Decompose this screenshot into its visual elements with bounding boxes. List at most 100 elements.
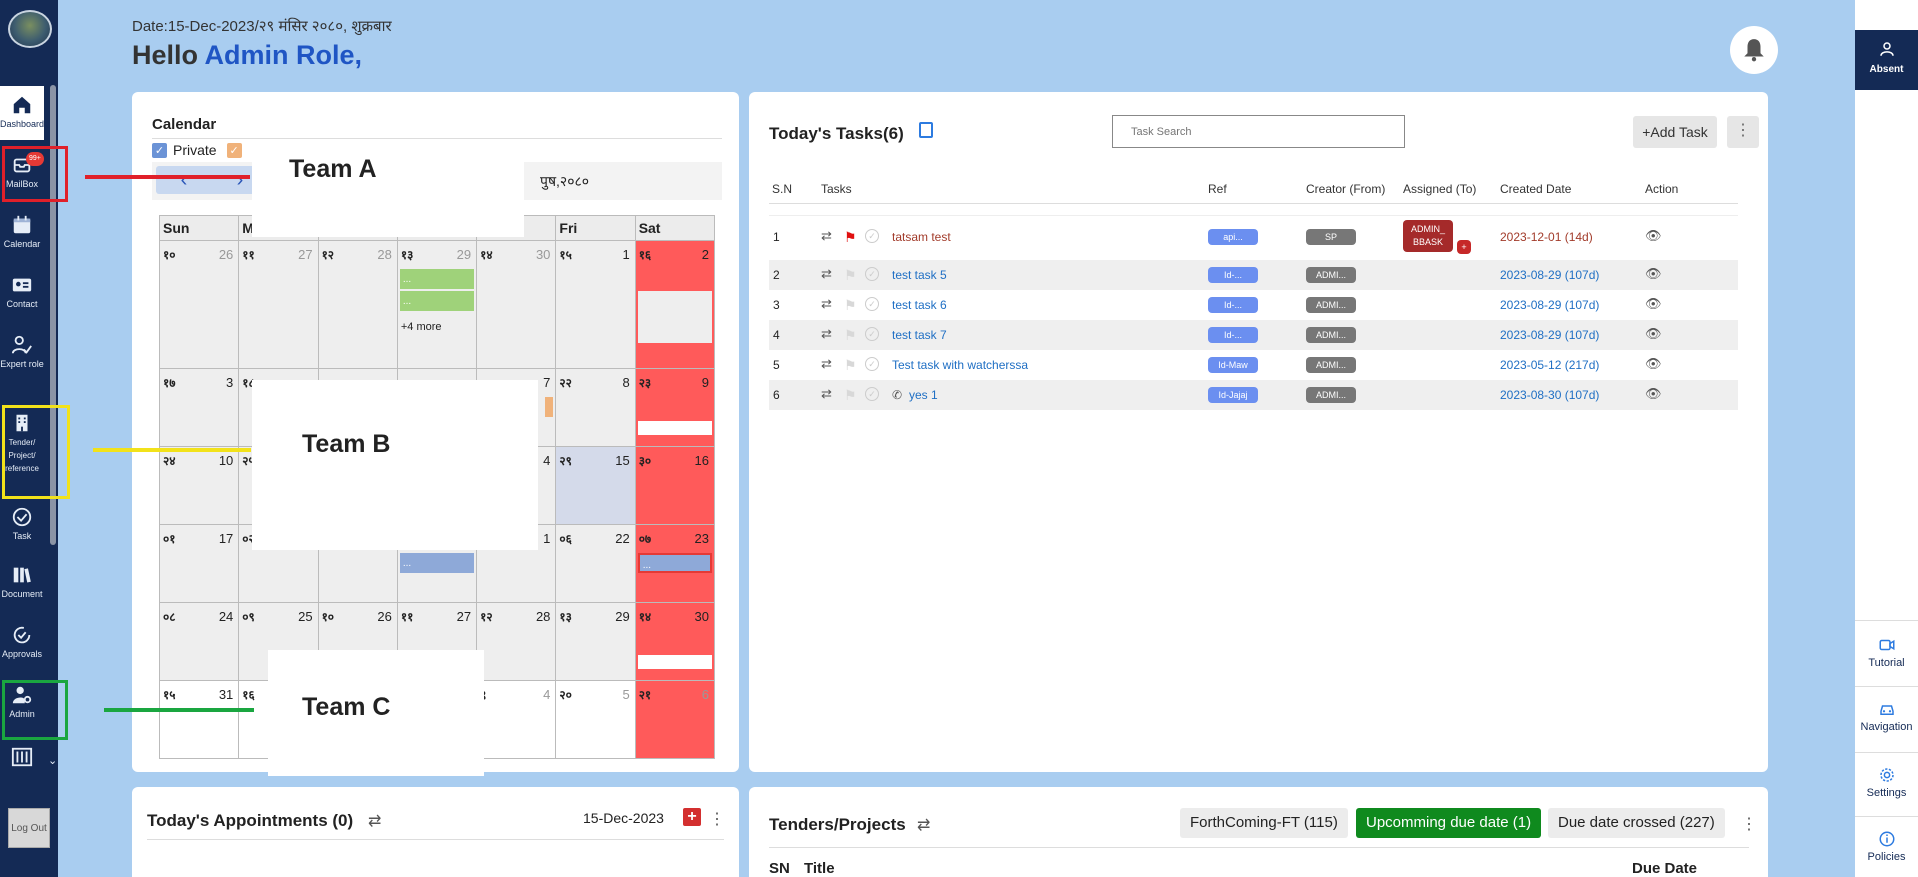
calendar-day-cell[interactable]: ११ 27 (238, 240, 319, 369)
sidebar-item-document[interactable]: Document (0, 564, 44, 608)
sidebar-item-contact[interactable]: Contact (0, 274, 44, 318)
calendar-event[interactable] (545, 397, 554, 417)
flag-icon[interactable]: ⚑ (844, 229, 857, 246)
task-name-link[interactable]: Test task with watcherssa (892, 358, 1028, 372)
swap-icon[interactable]: ⇄ (821, 326, 832, 342)
projects-more-button[interactable]: ⋮ (1741, 814, 1757, 834)
task-name-link[interactable]: test task 7 (892, 328, 947, 342)
task-row[interactable]: 6 ⇄ ⚑ ✓ ✆ yes 1 Id-Jajaj ADMI... 2023-08… (769, 380, 1738, 410)
calendar-day-cell[interactable]: ०७ 23... (634, 524, 716, 603)
notification-bell-button[interactable] (1730, 26, 1778, 74)
task-row[interactable]: 5 ⇄ ⚑ ✓ Test task with watcherssa Id-Maw… (769, 350, 1738, 380)
task-row[interactable]: 4 ⇄ ⚑ ✓ test task 7 Id-... ADMI... 2023-… (769, 320, 1738, 350)
view-eye-icon[interactable]: 👁︎ (1645, 296, 1662, 312)
forthcoming-button[interactable]: ForthComing-FT (115) (1180, 808, 1348, 838)
sidebar-item-settings[interactable] (0, 746, 44, 776)
more-events-link[interactable]: +4 more (401, 321, 442, 333)
private-checkbox[interactable]: ✓ (152, 142, 167, 158)
calendar-day-cell[interactable]: १५ 1 (555, 240, 636, 369)
due-crossed-button[interactable]: Due date crossed (227) (1548, 808, 1725, 838)
complete-check-icon[interactable]: ✓ (865, 357, 879, 371)
team-checkbox[interactable]: ✓ (226, 142, 242, 158)
swap-icon[interactable]: ⇄ (368, 811, 381, 831)
add-task-button[interactable]: +Add Task (1633, 116, 1717, 148)
calendar-day-cell[interactable]: १७ 3 (158, 368, 240, 447)
swap-icon[interactable]: ⇄ (821, 228, 832, 244)
navigation-button[interactable]: Navigation (1855, 700, 1918, 733)
task-name-link[interactable]: yes 1 (909, 388, 938, 402)
sidebar-item-approvals[interactable]: Approvals (0, 624, 44, 668)
view-eye-icon[interactable]: 👁︎ (1645, 266, 1662, 282)
flag-icon[interactable]: ⚑ (844, 267, 857, 284)
complete-check-icon[interactable]: ✓ (865, 387, 879, 401)
swap-icon[interactable]: ⇄ (821, 386, 832, 402)
calendar-event[interactable]: ... (399, 291, 475, 311)
task-name-link[interactable]: tatsam test (892, 230, 951, 244)
view-eye-icon[interactable]: 👁︎ (1645, 326, 1662, 342)
calendar-day-cell[interactable]: २४ 10 (158, 446, 240, 525)
chevron-down-icon[interactable]: ⌄ (48, 754, 57, 767)
policies-button[interactable]: Policies (1855, 830, 1918, 863)
flag-icon[interactable]: ⚑ (844, 327, 857, 344)
calendar-day-cell[interactable]: १३ 29...... +4 more (396, 240, 478, 369)
ref-badge[interactable]: Id-Jajaj (1208, 387, 1258, 403)
ref-badge[interactable]: Id-... (1208, 297, 1258, 313)
prev-month-button[interactable]: ‹ (181, 169, 188, 192)
upcoming-due-button[interactable]: Upcomming due date (1) (1356, 808, 1542, 838)
view-eye-icon[interactable]: 👁︎ (1645, 386, 1662, 402)
complete-check-icon[interactable]: ✓ (865, 267, 879, 281)
task-row[interactable]: 3 ⇄ ⚑ ✓ test task 6 Id-... ADMI... 2023-… (769, 290, 1738, 320)
calendar-day-cell[interactable]: ०६ 22 (555, 524, 636, 603)
calendar-event[interactable]: ... (637, 553, 712, 573)
view-eye-icon[interactable]: 👁︎ (1645, 228, 1662, 244)
calendar-day-cell[interactable]: २३ 9 (634, 368, 716, 447)
appointments-more-button[interactable]: ⋮ (709, 809, 725, 829)
swap-icon[interactable]: ⇄ (821, 266, 832, 282)
tutorial-button[interactable]: Tutorial (1855, 636, 1918, 669)
complete-check-icon[interactable]: ✓ (865, 297, 879, 311)
calendar-day-cell[interactable]: ३० 16 (634, 446, 716, 525)
flag-icon[interactable]: ⚑ (844, 297, 857, 314)
flag-icon[interactable]: ⚑ (844, 387, 857, 404)
calendar-day-cell[interactable]: १४ 30 (634, 602, 716, 681)
view-eye-icon[interactable]: 👁︎ (1645, 356, 1662, 372)
calendar-day-cell[interactable]: १२ 28 (317, 240, 398, 369)
absent-button[interactable]: Absent (1855, 30, 1918, 90)
calendar-day-cell[interactable]: १४ 30 (476, 240, 557, 369)
app-logo[interactable] (8, 10, 52, 48)
ref-badge[interactable]: api... (1208, 229, 1258, 245)
task-search-input[interactable] (1112, 115, 1405, 148)
calendar-day-cell[interactable]: २० 5 (555, 680, 636, 759)
swap-icon[interactable]: ⇄ (821, 356, 832, 372)
sidebar-item-dashboard[interactable]: Dashboard (0, 86, 44, 140)
complete-check-icon[interactable]: ✓ (865, 229, 879, 243)
task-name-link[interactable]: test task 6 (892, 298, 947, 312)
settings-button[interactable]: Settings (1855, 766, 1918, 799)
calendar-day-cell[interactable]: २९ 15 (555, 446, 636, 525)
task-row[interactable]: 1 ⇄ ⚑ ✓ tatsam test api... SP 2023-12-01… (769, 216, 1738, 260)
calendar-day-cell[interactable]: ०८ 24 (158, 602, 240, 681)
ref-badge[interactable]: Id-... (1208, 267, 1258, 283)
calendar-day-cell[interactable]: १३ 29 (555, 602, 636, 681)
calendar-day-cell[interactable]: ०१ 17 (158, 524, 240, 603)
add-appointment-button[interactable]: + (683, 808, 701, 826)
tasks-more-menu-button[interactable]: ⋮ (1727, 116, 1759, 148)
copy-icon[interactable] (919, 122, 933, 138)
swap-icon[interactable]: ⇄ (917, 815, 930, 835)
sidebar-item-calendar[interactable]: Calendar (0, 214, 44, 258)
calendar-day-cell[interactable]: ९4 (476, 680, 557, 759)
sidebar-item-task[interactable]: Task (0, 506, 44, 550)
task-row[interactable]: 2 ⇄ ⚑ ✓ test task 5 Id-... ADMI... 2023-… (769, 260, 1738, 290)
next-month-button[interactable]: › (237, 169, 244, 192)
add-assignee-button[interactable]: + (1457, 240, 1471, 254)
calendar-event[interactable]: ... (399, 553, 475, 573)
calendar-day-cell[interactable]: १० 26 (158, 240, 240, 369)
sidebar-item-expert-role[interactable]: Expert role (0, 334, 44, 394)
ref-badge[interactable]: Id-Maw (1208, 357, 1258, 373)
calendar-day-cell[interactable]: २२ 8 (555, 368, 636, 447)
flag-icon[interactable]: ⚑ (844, 357, 857, 374)
calendar-day-cell[interactable]: २१ 6 (634, 680, 716, 759)
calendar-day-cell[interactable]: १६ 2 (634, 240, 716, 369)
calendar-day-cell[interactable]: १२ 28 (476, 602, 557, 681)
logout-button[interactable]: Log Out (8, 808, 50, 848)
